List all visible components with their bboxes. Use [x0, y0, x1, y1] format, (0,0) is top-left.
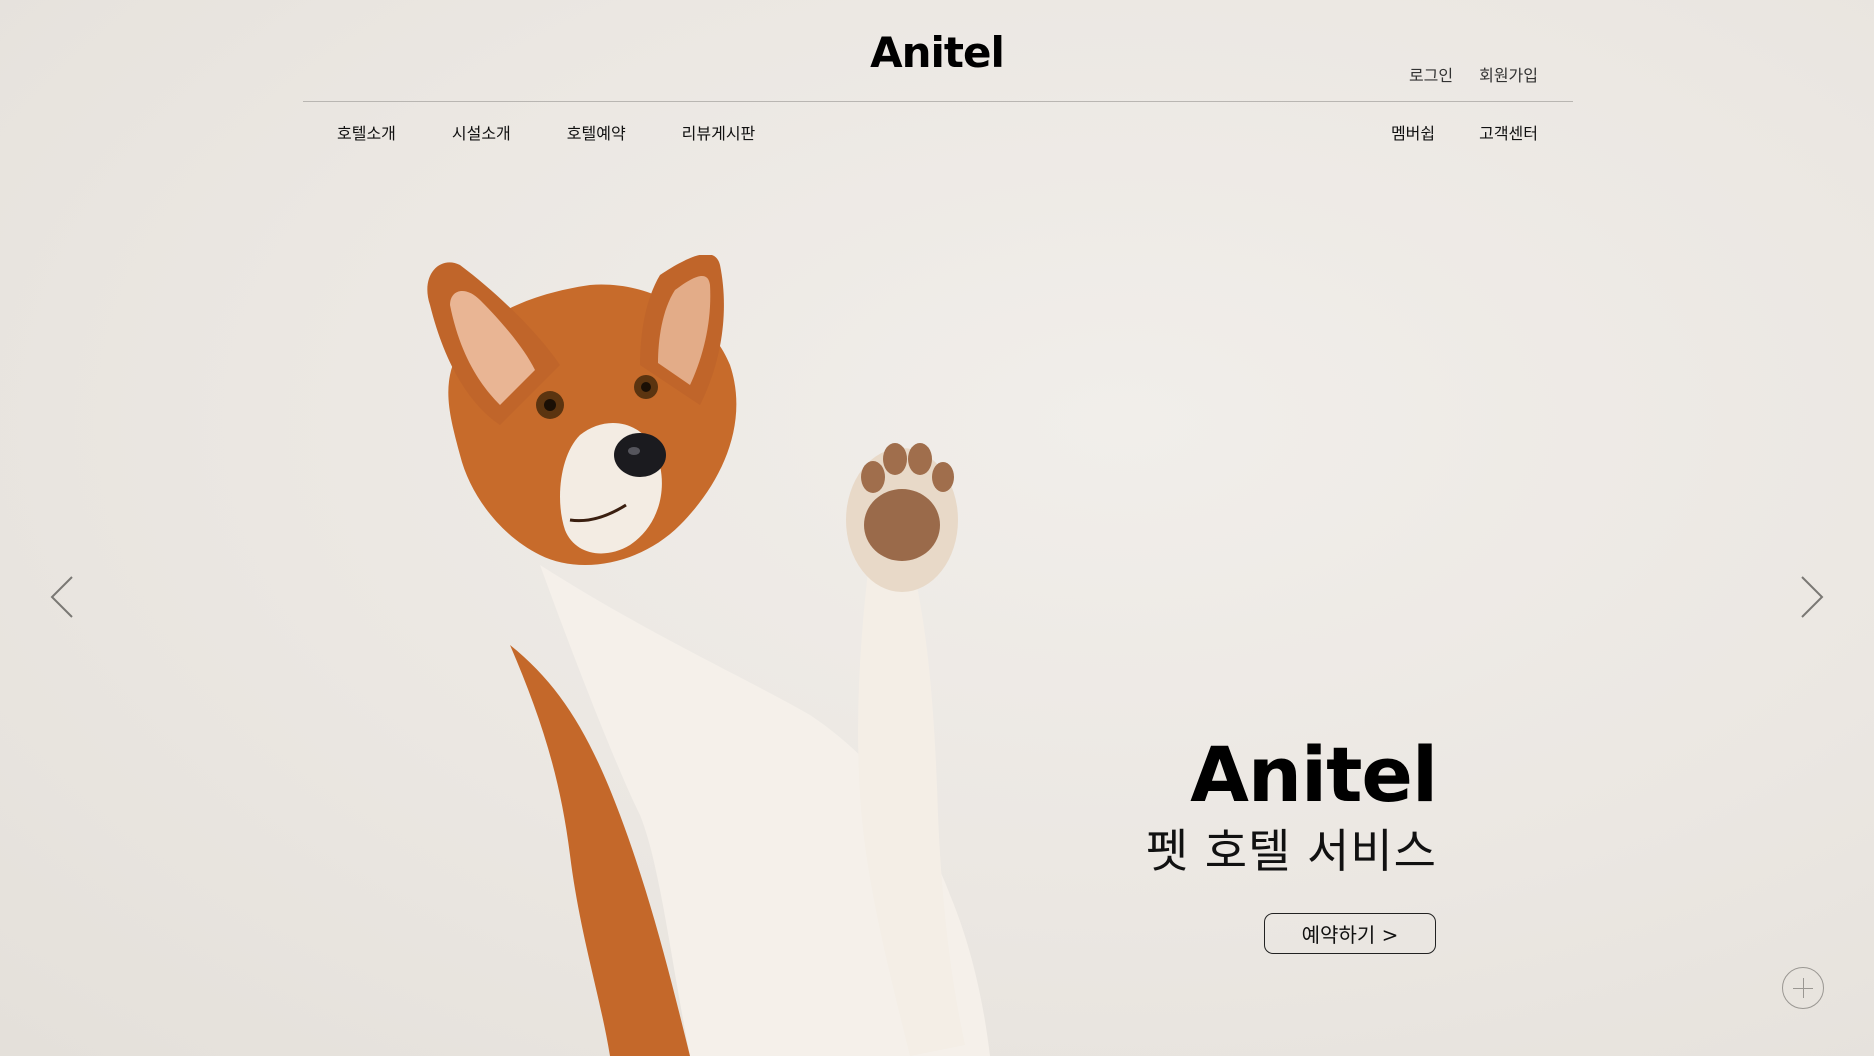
- signup-link[interactable]: 회원가입: [1479, 62, 1538, 86]
- chevron-left-icon[interactable]: [42, 572, 82, 622]
- site-logo[interactable]: Anitel: [0, 28, 1874, 77]
- login-link[interactable]: 로그인: [1409, 62, 1453, 86]
- hero-dog-image: [427, 255, 990, 1056]
- nav-item-membership[interactable]: 멤버쉽: [1391, 120, 1435, 144]
- main-nav: 호텔소개 시설소개 호텔예약 리뷰게시판: [337, 120, 755, 144]
- nav-item-hotel-intro[interactable]: 호텔소개: [337, 120, 396, 144]
- nav-item-facilities[interactable]: 시설소개: [452, 120, 511, 144]
- hero-subtitle: 펫 호텔 서비스: [1145, 824, 1437, 878]
- nav-item-reviews[interactable]: 리뷰게시판: [682, 120, 756, 144]
- utility-nav: 로그인 회원가입: [1409, 62, 1538, 86]
- chevron-right-icon[interactable]: [1792, 572, 1832, 622]
- hero-title: Anitel: [1190, 730, 1438, 819]
- header-divider: [303, 101, 1573, 102]
- hero-section: Anitel 로그인 회원가입 호텔소개 시설소개 호텔예약 리뷰게시판 멤버쉽…: [0, 0, 1874, 1056]
- side-nav: 멤버쉽 고객센터: [1391, 120, 1538, 144]
- nav-item-reservation[interactable]: 호텔예약: [567, 120, 626, 144]
- plus-circle-icon[interactable]: [1782, 967, 1824, 1009]
- nav-item-customer-center[interactable]: 고객센터: [1479, 120, 1538, 144]
- reserve-button[interactable]: 예약하기 >: [1264, 913, 1436, 954]
